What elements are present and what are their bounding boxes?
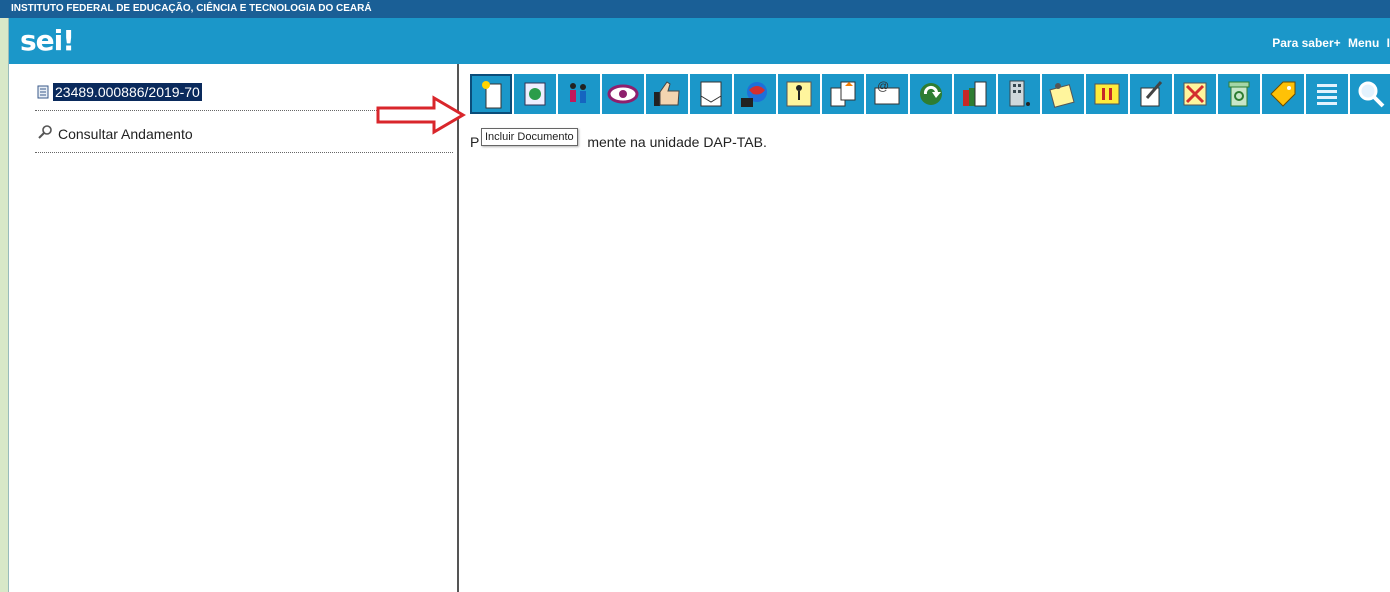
status-message-suffix: mente na unidade DAP-TAB. xyxy=(587,134,767,150)
toolbar-button-note-pin[interactable] xyxy=(1042,74,1084,114)
toolbar-button-building[interactable] xyxy=(998,74,1040,114)
recycle-bin-icon xyxy=(1228,81,1250,107)
pause-icon xyxy=(1094,83,1120,105)
toolbar-button-edit-pen[interactable] xyxy=(1130,74,1172,114)
thumbs-up-icon xyxy=(654,81,680,106)
toolbar-button-copy-documents[interactable] xyxy=(822,74,864,114)
header: sei! Para saber+ Menu I xyxy=(9,18,1390,64)
copy-documents-icon xyxy=(830,81,856,107)
svg-text:@: @ xyxy=(877,79,889,93)
toolbar-button-interested-person[interactable] xyxy=(778,74,820,114)
link-para-saber[interactable]: Para saber+ xyxy=(1272,36,1340,50)
link-more[interactable]: I xyxy=(1387,36,1390,50)
building-icon xyxy=(1009,80,1030,107)
status-message-prefix: P xyxy=(470,134,480,150)
interested-person-icon xyxy=(786,81,812,107)
toolbar-button-view-eye[interactable] xyxy=(602,74,644,114)
header-links: Para saber+ Menu I xyxy=(1268,36,1390,50)
search-icon xyxy=(1358,81,1385,108)
toolbar-button-world-globe[interactable] xyxy=(734,74,776,114)
toolbar-button-start-related-process[interactable] xyxy=(514,74,556,114)
email-document-icon xyxy=(700,81,722,107)
toolbar-button-send-email[interactable]: @ xyxy=(866,74,908,114)
note-pin-icon xyxy=(1049,83,1075,108)
books-icon xyxy=(963,81,987,107)
list-icon xyxy=(1317,84,1337,105)
start-related-process-icon xyxy=(524,82,546,106)
cancel-document-icon xyxy=(1183,82,1207,106)
process-number[interactable]: 23489.000886/2019-70 xyxy=(53,83,202,101)
send-email-icon: @ xyxy=(874,79,900,105)
toolbar-button-cancel-document[interactable] xyxy=(1174,74,1216,114)
view-eye-icon xyxy=(607,84,639,104)
app-frame: sei! Para saber+ Menu I 23489.000886/201… xyxy=(8,18,1390,592)
process-tree-panel: 23489.000886/2019-70 Consultar Andamento xyxy=(9,64,459,592)
magnifier-key-icon xyxy=(38,125,52,139)
process-folder-icon xyxy=(37,85,49,99)
toolbar-button-search[interactable] xyxy=(1350,74,1390,114)
toolbar-button-send-process[interactable] xyxy=(558,74,600,114)
process-content-panel: @ Incluir Documento Pmente na unidade DA… xyxy=(461,64,1390,592)
red-arrow-annotation xyxy=(376,95,466,135)
toolbar-button-list[interactable] xyxy=(1306,74,1348,114)
toolbar-button-email-document[interactable] xyxy=(690,74,732,114)
tooltip-incluir-documento: Incluir Documento xyxy=(481,128,578,146)
toolbar-button-thumbs-up[interactable] xyxy=(646,74,688,114)
toolbar-button-tag[interactable] xyxy=(1262,74,1304,114)
sei-logo[interactable]: sei! xyxy=(20,24,75,57)
toolbar-button-refresh-arrow[interactable] xyxy=(910,74,952,114)
toolbar-button-pause[interactable] xyxy=(1086,74,1128,114)
toolbar-button-books[interactable] xyxy=(954,74,996,114)
tag-icon xyxy=(1270,81,1296,107)
toolbar-button-new-document[interactable] xyxy=(470,74,512,114)
new-document-icon xyxy=(482,81,502,109)
institution-name: INSTITUTO FEDERAL DE EDUCAÇÃO, CIÊNCIA E… xyxy=(11,3,372,14)
world-globe-icon xyxy=(741,82,767,107)
process-toolbar: @ xyxy=(470,74,1390,114)
edit-pen-icon xyxy=(1140,81,1163,107)
institution-bar: INSTITUTO FEDERAL DE EDUCAÇÃO, CIÊNCIA E… xyxy=(0,0,1390,18)
consultar-andamento-label[interactable]: Consultar Andamento xyxy=(58,126,193,142)
send-process-icon xyxy=(570,83,586,103)
toolbar-button-recycle-bin[interactable] xyxy=(1218,74,1260,114)
refresh-arrow-icon xyxy=(920,83,942,105)
link-menu[interactable]: Menu xyxy=(1348,36,1379,50)
